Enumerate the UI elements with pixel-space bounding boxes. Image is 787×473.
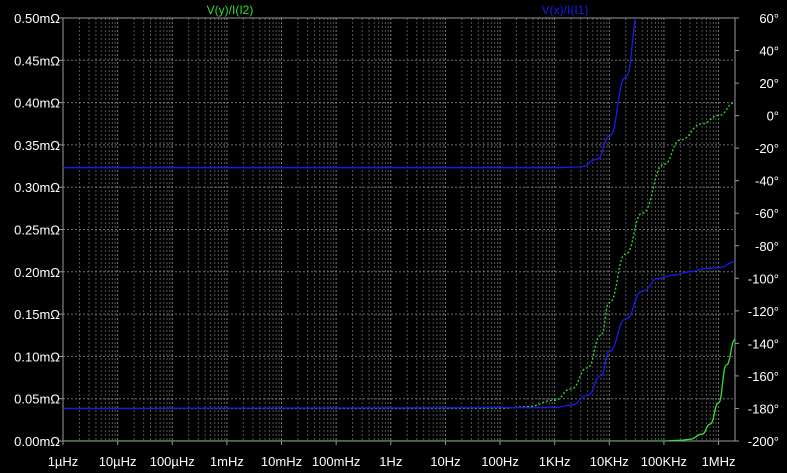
left-y-tick-label: 0.35mΩ	[14, 138, 60, 153]
left-y-tick-label: 0.00mΩ	[14, 434, 60, 449]
legend-green-series: V(y)/I(I2)	[207, 3, 254, 17]
x-tick-label: 10µHz	[99, 454, 137, 469]
right-y-tick-label: -180°	[748, 401, 779, 416]
right-y-tick-label: -140°	[748, 336, 779, 351]
right-y-tick-label: -40°	[755, 174, 779, 189]
right-y-tick-label: 40°	[759, 44, 779, 59]
legend-blue-series: V(x)/I(I1)	[542, 3, 589, 17]
bode-plot: 1µHz 10µHz 100µHz 1mHz 10mHz 100mHz 1Hz 10Hz 100…	[0, 0, 787, 473]
left-y-tick-label: 0.15mΩ	[14, 307, 60, 322]
left-y-tick-label: 0.05mΩ	[14, 392, 60, 407]
left-y-tick-label: 0.30mΩ	[14, 180, 60, 195]
x-tick-label: 1mHz	[210, 454, 244, 469]
x-tick-label: 10Hz	[430, 454, 460, 469]
left-y-tick-label: 0.50mΩ	[14, 11, 60, 26]
right-y-tick-label: -160°	[748, 369, 779, 384]
right-y-tick-label: 20°	[759, 76, 779, 91]
right-y-tick-label: 60°	[759, 11, 779, 26]
x-tick-label: 10KHz	[590, 454, 629, 469]
x-tick-label: 100mHz	[312, 454, 360, 469]
left-y-tick-label: 0.10mΩ	[14, 349, 60, 364]
x-tick-label: 1µHz	[48, 454, 79, 469]
right-y-tick-label: -200°	[748, 434, 779, 449]
x-tick-label: 1MHz	[702, 454, 736, 469]
right-y-tick-label: -80°	[755, 239, 779, 254]
right-y-tick-label: -60°	[755, 206, 779, 221]
x-tick-label: 100Hz	[481, 454, 519, 469]
x-tick-label: 100µHz	[150, 454, 195, 469]
left-y-tick-label: 0.25mΩ	[14, 223, 60, 238]
right-y-tick-label: -120°	[748, 304, 779, 319]
right-y-tick-label: -100°	[748, 271, 779, 286]
x-tick-label: 100KHz	[641, 454, 687, 469]
x-tick-label: 1Hz	[379, 454, 402, 469]
left-y-tick-label: 0.45mΩ	[14, 53, 60, 68]
right-y-tick-label: -20°	[755, 141, 779, 156]
x-tick-label: 1KHz	[539, 454, 571, 469]
left-y-tick-label: 0.20mΩ	[14, 265, 60, 280]
right-y-tick-label: 0°	[767, 109, 779, 124]
x-tick-label: 10mHz	[261, 454, 302, 469]
left-y-tick-label: 0.40mΩ	[14, 96, 60, 111]
